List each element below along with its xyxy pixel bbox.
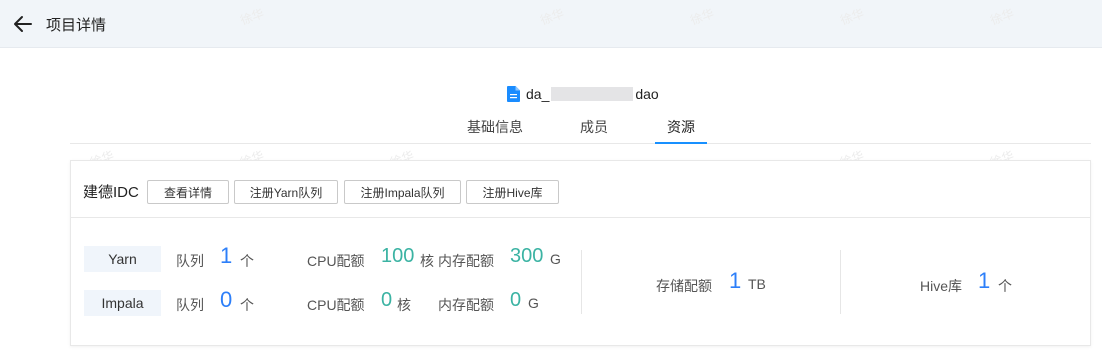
yarn-memory-value: 300: [510, 245, 544, 267]
hive-db-value: 1: [978, 268, 991, 293]
impala-queue-value: 0: [220, 287, 233, 312]
impala-cpu-unit: 核: [397, 297, 411, 313]
impala-memory-label: 内存配额: [438, 297, 494, 313]
hive-db-label: Hive库: [920, 278, 963, 294]
active-tab-indicator: [655, 142, 707, 144]
tab-basic-info[interactable]: 基础信息: [467, 117, 523, 137]
yarn-cpu-label: CPU配额: [307, 253, 365, 269]
register-impala-button[interactable]: 注册Impala队列: [344, 180, 461, 204]
page-header: 项目详情: [0, 0, 1102, 48]
card-header: 建德IDC 查看详情 注册Yarn队列 注册Impala队列 注册Hive库: [71, 161, 1090, 218]
tab-resources[interactable]: 资源: [667, 117, 695, 137]
storage-quota-value: 1: [729, 268, 742, 293]
yarn-label: Yarn: [84, 246, 161, 272]
tab-bar: 基础信息 成员 资源: [70, 112, 1091, 144]
divider: [581, 250, 582, 314]
yarn-queue-label: 队列: [176, 253, 204, 269]
impala-queue-unit: 个: [240, 297, 254, 313]
yarn-queue-unit: 个: [240, 253, 254, 269]
tab-members[interactable]: 成员: [580, 117, 608, 137]
impala-cpu-value: 0: [381, 289, 393, 311]
impala-cpu-label: CPU配额: [307, 297, 365, 313]
view-details-button[interactable]: 查看详情: [147, 180, 229, 204]
impala-label: Impala: [84, 290, 161, 316]
idc-name: 建德IDC: [83, 184, 139, 201]
project-name-suffix: dao: [635, 86, 659, 102]
impala-memory-value: 0: [510, 289, 522, 311]
page-title: 项目详情: [46, 17, 107, 34]
divider: [840, 250, 841, 314]
back-arrow-icon[interactable]: [12, 13, 34, 35]
register-yarn-button[interactable]: 注册Yarn队列: [234, 180, 338, 204]
project-name-prefix: da_: [526, 86, 550, 102]
hive-db-unit: 个: [998, 278, 1012, 294]
yarn-queue-value: 1: [220, 243, 233, 268]
yarn-memory-unit: G: [550, 251, 561, 267]
document-icon: [507, 86, 520, 102]
idc-resource-card: 建德IDC 查看详情 注册Yarn队列 注册Impala队列 注册Hive库 Y…: [70, 160, 1091, 346]
impala-queue-label: 队列: [176, 297, 204, 313]
yarn-cpu-value: 100: [381, 245, 415, 267]
yarn-cpu-unit: 核: [420, 253, 434, 269]
storage-quota-unit: TB: [748, 276, 766, 292]
yarn-memory-label: 内存配额: [438, 253, 494, 269]
project-name: da_ dao: [507, 86, 659, 102]
redacted-block: [551, 87, 634, 101]
impala-memory-unit: G: [528, 295, 539, 311]
register-hive-button[interactable]: 注册Hive库: [466, 180, 559, 204]
storage-quota-label: 存储配额: [656, 278, 712, 294]
